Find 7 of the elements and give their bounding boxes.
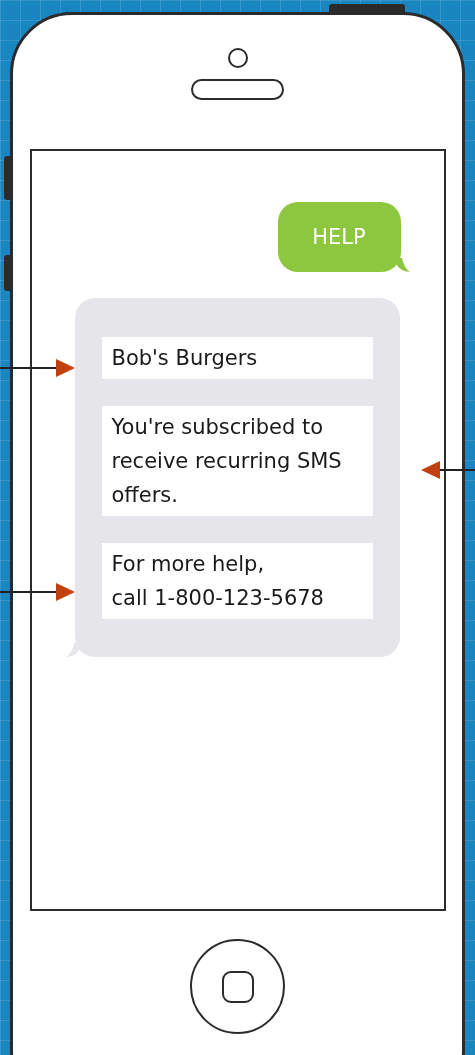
sent-message-bubble: HELP xyxy=(277,202,401,272)
bubble-tail-icon xyxy=(395,258,410,272)
home-button[interactable] xyxy=(190,939,285,1034)
message-text-block: You're subscribed to receive recurring SMS offers. xyxy=(101,406,373,516)
message-text-block: For more help, call 1-800-123-5678 xyxy=(101,543,373,619)
message-text-block: Bob's Burgers xyxy=(101,337,373,379)
camera-icon xyxy=(227,48,248,68)
